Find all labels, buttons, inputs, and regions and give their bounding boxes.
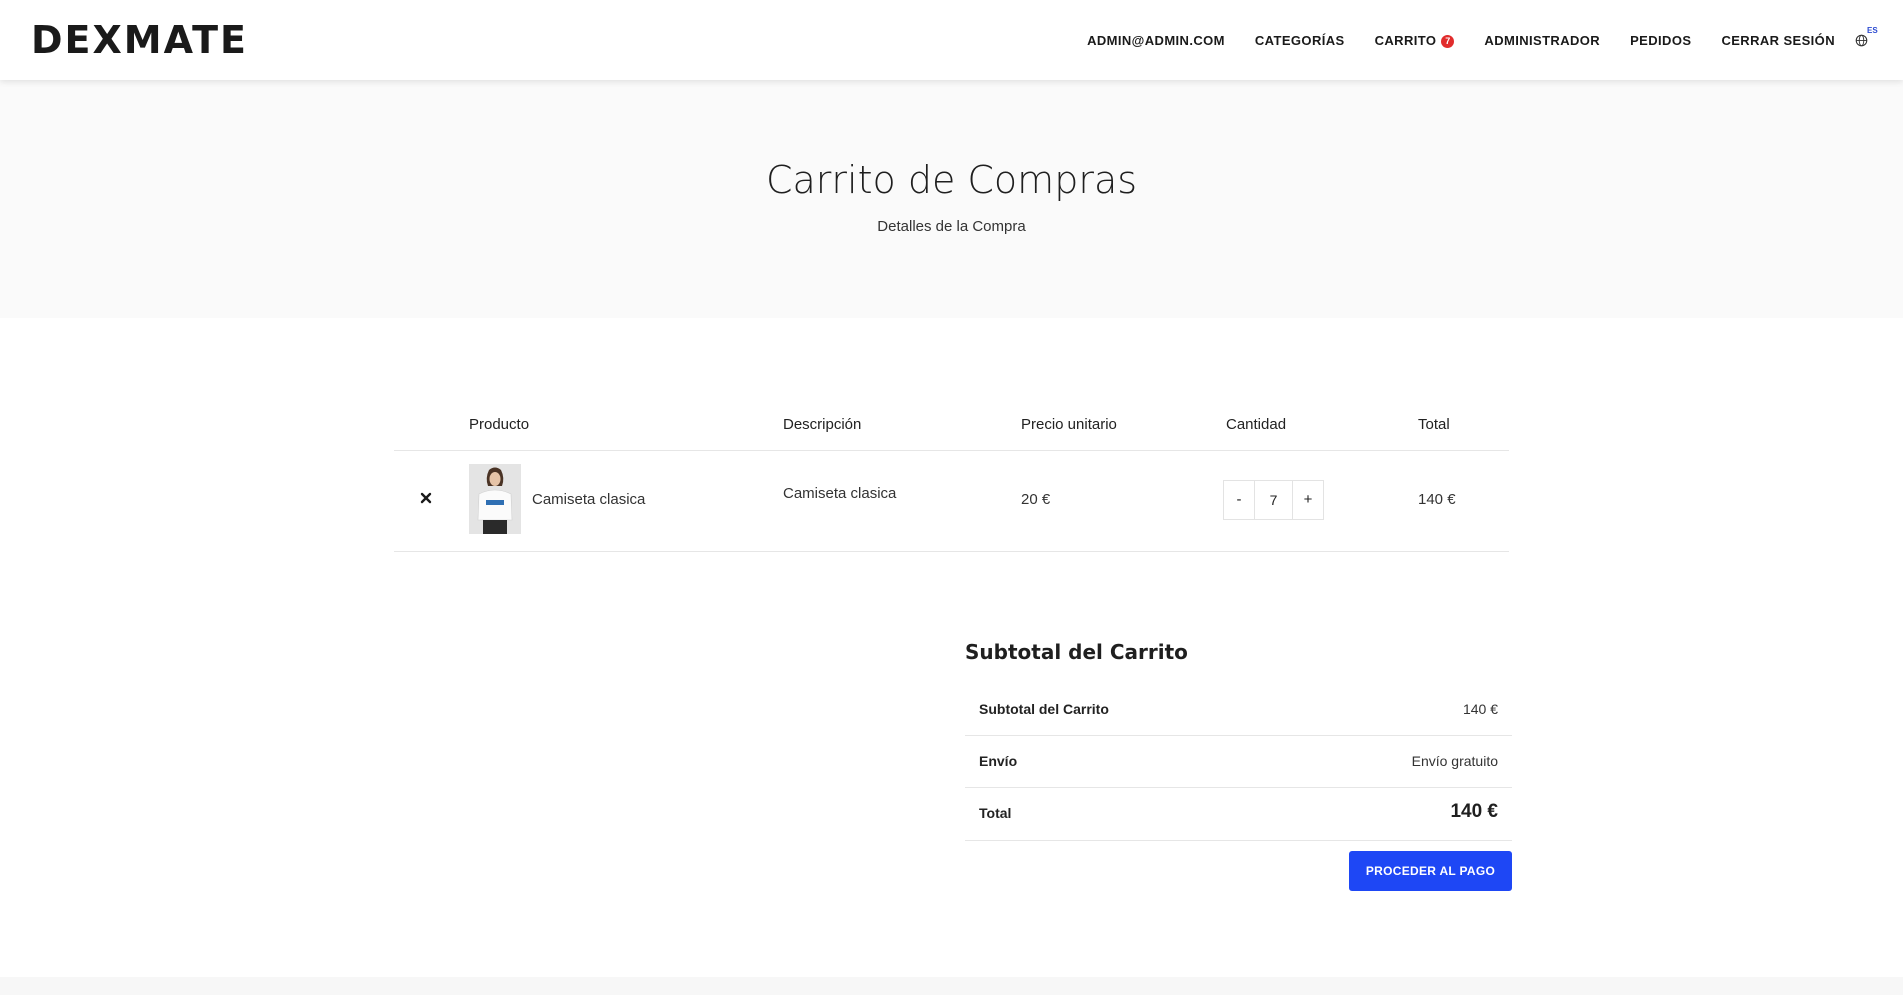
decrease-quantity-button[interactable]: - (1224, 481, 1254, 519)
page-subtitle: Detalles de la Compra (877, 218, 1026, 235)
subtotal-label: Subtotal del Carrito (979, 701, 1109, 717)
shipping-value: Envío gratuito (1411, 753, 1498, 769)
product-image (469, 464, 521, 534)
column-header-unit-price: Precio unitario (1021, 416, 1117, 433)
nav-item-categories[interactable]: CATEGORÍAS (1255, 33, 1345, 48)
total-value: 140 € (1450, 801, 1498, 822)
nav-item-logout[interactable]: CERRAR SESIÓN (1721, 33, 1835, 48)
quantity-input[interactable]: 7 (1254, 481, 1293, 519)
page-hero: Carrito de Compras Detalles de la Compra (0, 80, 1903, 318)
page-title: Carrito de Compras (765, 158, 1138, 202)
shipping-label: Envío (979, 753, 1018, 769)
column-header-product: Producto (469, 416, 530, 433)
total-label: Total (979, 805, 1012, 821)
column-header-description: Descripción (783, 416, 862, 433)
cart-count-badge: 7 (1441, 34, 1455, 48)
product-thumbnail[interactable] (469, 464, 521, 534)
row-total: 140 € (1418, 491, 1456, 508)
shipping-row: Envío Envío gratuito (965, 736, 1512, 788)
total-row: Total 140 € (965, 788, 1512, 841)
checkout-button[interactable]: PROCEDER AL PAGO (1349, 851, 1512, 891)
cart-table: Producto Descripción Precio unitario Can… (394, 404, 1509, 552)
nav-item-cart-label: CARRITO (1374, 32, 1437, 48)
increase-quantity-button[interactable]: + (1293, 481, 1323, 519)
nav-item-account[interactable]: ADMIN@ADMIN.COM (1087, 33, 1225, 48)
nav-item-orders[interactable]: PEDIDOS (1630, 33, 1691, 48)
globe-icon (1855, 34, 1868, 47)
column-header-quantity: Cantidad (1226, 416, 1287, 433)
cart-table-header: Producto Descripción Precio unitario Can… (394, 404, 1509, 451)
cart-totals: Subtotal del Carrito Subtotal del Carrit… (965, 640, 1512, 891)
product-unit-price: 20 € (1021, 491, 1051, 508)
product-description: Camiseta clasica (783, 485, 897, 502)
product-name[interactable]: Camiseta clasica (532, 491, 645, 508)
footer-strip (0, 977, 1903, 995)
nav-item-cart[interactable]: CARRITO 7 (1375, 33, 1455, 48)
brand-logo[interactable]: DEXMATE (31, 17, 248, 63)
cart-totals-title: Subtotal del Carrito (965, 640, 1188, 664)
language-selector[interactable]: ES (1855, 26, 1878, 50)
language-code: ES (1867, 26, 1878, 35)
column-header-total: Total (1418, 416, 1450, 433)
main-nav: ADMIN@ADMIN.COM CATEGORÍAS CARRITO 7 ADM… (1057, 0, 1878, 80)
table-row: Camiseta clasica Camiseta clasica 20 € -… (394, 451, 1509, 552)
subtotal-row: Subtotal del Carrito 140 € (965, 684, 1512, 736)
nav-item-admin[interactable]: ADMINISTRADOR (1484, 33, 1600, 48)
site-header: DEXMATE ADMIN@ADMIN.COM CATEGORÍAS CARRI… (0, 0, 1903, 80)
quantity-stepper: - 7 + (1223, 480, 1324, 520)
remove-item-button[interactable] (418, 491, 434, 507)
subtotal-value: 140 € (1462, 701, 1498, 717)
close-icon (420, 492, 432, 504)
